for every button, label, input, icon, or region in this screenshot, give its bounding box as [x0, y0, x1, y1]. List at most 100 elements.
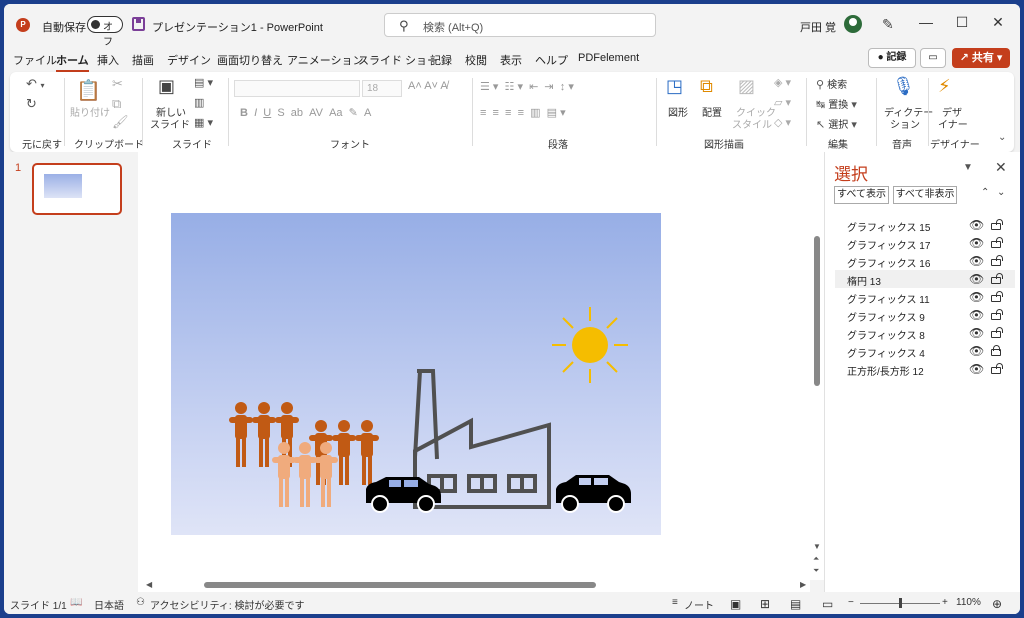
hide-all-button[interactable]: すべて非表示 [893, 186, 957, 204]
layout-icon[interactable]: ▤ ▾ [194, 76, 213, 89]
layer-item[interactable]: グラフィックス 17 👁 [835, 234, 1015, 252]
visibility-eye-icon[interactable]: 👁 [969, 218, 984, 232]
bring-forward-icon[interactable]: ⌃ [981, 187, 989, 198]
avatar[interactable] [844, 15, 862, 33]
pane-options-icon[interactable]: ▼ [963, 162, 973, 173]
car-right-icon[interactable] [556, 475, 631, 513]
close-button[interactable]: ✕ [988, 14, 1008, 31]
shape-outline-icon[interactable]: ▱ ▾ [774, 96, 791, 109]
paste-icon[interactable]: 📋 [76, 78, 101, 103]
cut-icon[interactable]: ✂ [112, 76, 123, 92]
scroll-right-icon[interactable]: ▶ [800, 580, 806, 589]
horizontal-scrollbar[interactable]: ◀ ▶ [138, 578, 810, 592]
zoom-level[interactable]: 110% [956, 597, 981, 608]
shapes-label[interactable]: 図形 [668, 104, 688, 119]
visibility-eye-icon[interactable]: 👁 [969, 344, 984, 358]
paste-label[interactable]: 貼り付け [70, 104, 110, 119]
select-icon[interactable]: ↖ 選択 ▾ [816, 116, 857, 131]
user-name[interactable]: 戸田 覚 [800, 19, 836, 35]
visibility-eye-icon[interactable]: 👁 [969, 326, 984, 340]
fit-to-window-icon[interactable]: ⊕ [992, 597, 1002, 611]
font-size-box[interactable]: 18 [362, 80, 402, 97]
unlocked-icon[interactable] [991, 219, 1003, 230]
unlocked-icon[interactable] [991, 255, 1003, 266]
unlocked-icon[interactable] [991, 237, 1003, 248]
record-button[interactable]: ● 記録 [868, 48, 916, 68]
language-indicator[interactable]: 日本語 [94, 597, 124, 612]
slideshow-icon[interactable]: ▭ [822, 597, 833, 611]
locked-icon[interactable] [991, 345, 1001, 356]
zoom-out-icon[interactable]: − [848, 597, 854, 608]
layer-item[interactable]: 正方形/長方形 12 👁 [835, 360, 1015, 378]
shapes-icon[interactable]: ◳ [666, 76, 683, 97]
new-slide-label-2[interactable]: スライド [150, 116, 190, 131]
accessibility-status[interactable]: アクセシビリティ: 検討が必要です [150, 597, 304, 612]
horizontal-scroll-thumb[interactable] [204, 582, 596, 588]
scroll-down-icon[interactable]: ▼ [813, 542, 821, 551]
layer-item[interactable]: グラフィックス 4 👁 [835, 342, 1015, 360]
pane-close-icon[interactable]: ✕ [995, 159, 1007, 176]
font-name-box[interactable] [234, 80, 360, 97]
notes-button[interactable]: ノート [684, 597, 714, 612]
comment-button[interactable]: ▭ [920, 48, 946, 68]
visibility-eye-icon[interactable]: 👁 [969, 290, 984, 304]
visibility-eye-icon[interactable]: 👁 [969, 362, 984, 376]
tab-review[interactable]: 校閲 [465, 52, 487, 68]
dictate-label-2[interactable]: ション [890, 116, 920, 131]
tab-draw[interactable]: 描画 [132, 52, 154, 68]
search-box[interactable]: ⚲ 検索 (Alt+Q) [384, 13, 656, 37]
section-icon[interactable]: ▦ ▾ [194, 116, 213, 129]
unlocked-icon[interactable] [991, 309, 1003, 320]
people-group-light-icon[interactable] [272, 442, 338, 507]
tab-insert[interactable]: 挿入 [97, 52, 119, 68]
layer-item[interactable]: 楕円 13 👁 [835, 270, 1015, 288]
bullets-icons[interactable]: ☰ ▾ ☷ ▾ ⇤ ⇥ ↕ ▾ [480, 80, 574, 93]
quick-style-icon[interactable]: ▨ [738, 76, 755, 97]
tab-transitions[interactable]: 画面切り替え [217, 52, 283, 68]
tab-slideshow[interactable]: スライド ショー [358, 52, 438, 68]
shape-fill-icon[interactable]: ◈ ▾ [774, 76, 791, 89]
arrange-label[interactable]: 配置 [702, 104, 722, 119]
unlocked-icon[interactable] [991, 327, 1003, 338]
normal-view-icon[interactable]: ▣ [730, 597, 741, 611]
layer-item[interactable]: グラフィックス 8 👁 [835, 324, 1015, 342]
undo-icon[interactable]: ↶ ▾ [26, 76, 45, 92]
format-painter-icon[interactable]: 🖌 [112, 114, 129, 130]
tab-design[interactable]: デザイン [167, 52, 211, 68]
scroll-left-icon[interactable]: ◀ [146, 580, 152, 589]
reading-view-icon[interactable]: ▤ [790, 597, 801, 611]
grow-font-icon[interactable]: A˄ A˅ A̸ [408, 80, 448, 92]
unlocked-icon[interactable] [991, 273, 1003, 284]
share-button[interactable]: ↗ 共有 ▾ [952, 48, 1010, 68]
visibility-eye-icon[interactable]: 👁 [969, 272, 984, 286]
tab-pdfelement[interactable]: PDFelement [578, 52, 639, 64]
tab-help[interactable]: ヘルプ [535, 52, 568, 68]
pen-icon[interactable]: ✎ [882, 16, 894, 33]
minimize-button[interactable]: — [916, 14, 936, 30]
copy-icon[interactable]: ⧉ [112, 96, 121, 112]
tab-home[interactable]: ホーム [56, 52, 89, 72]
layer-item[interactable]: グラフィックス 16 👁 [835, 252, 1015, 270]
redo-icon[interactable]: ↻ [26, 96, 37, 112]
slide-canvas[interactable] [171, 213, 661, 535]
replace-icon[interactable]: ↹ 置換 ▾ [816, 96, 857, 111]
send-backward-icon[interactable]: ⌄ [997, 187, 1005, 198]
tab-file[interactable]: ファイル [13, 52, 57, 68]
visibility-eye-icon[interactable]: 👁 [969, 254, 984, 268]
shape-effects-icon[interactable]: ◇ ▾ [774, 116, 791, 129]
sun-icon[interactable] [552, 307, 628, 383]
font-format-icons[interactable]: B I U S ab AV Aa ✎ A [240, 106, 371, 119]
find-icon[interactable]: ⚲ 検索 [816, 76, 847, 91]
vertical-scrollbar[interactable]: ▼ ⏶ ⏷ [810, 152, 824, 580]
visibility-eye-icon[interactable]: 👁 [969, 236, 984, 250]
maximize-button[interactable]: ☐ [952, 14, 972, 31]
zoom-in-icon[interactable]: + [942, 597, 948, 608]
align-icons[interactable]: ≡ ≡ ≡ ≡ ▥ ▤ ▾ [480, 106, 566, 119]
microphone-icon[interactable]: 🎙 [892, 76, 915, 97]
vertical-scroll-thumb[interactable] [814, 236, 820, 386]
designer-label-2[interactable]: イナー [938, 116, 968, 131]
layer-item[interactable]: グラフィックス 9 👁 [835, 306, 1015, 324]
layer-item[interactable]: グラフィックス 11 👁 [835, 288, 1015, 306]
save-icon[interactable] [132, 17, 145, 31]
spellcheck-icon[interactable]: 📖 [70, 597, 82, 608]
